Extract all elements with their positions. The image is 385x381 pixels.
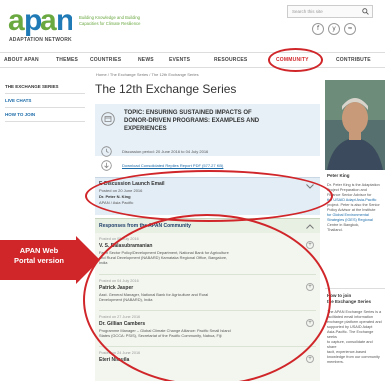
discussion-period-row: Discussion period: 20 June 2016 to 04 Ju… [95, 146, 320, 158]
sidebar: THE EXCHANGE SERIES LIVE CHATS HOW TO JO… [5, 80, 85, 122]
topic-title-line-3: EXPERIENCES [124, 126, 167, 132]
sidebar-item-live-chats[interactable]: LIVE CHATS [5, 94, 85, 108]
search-placeholder: Search this site [292, 9, 323, 14]
tagline: Building Knowledge and Building Capaciti… [79, 15, 179, 27]
breadcrumb[interactable]: Home / The Exchange Series / The 12th Ex… [96, 72, 199, 77]
profile-name: Peter King [327, 173, 350, 178]
expand-plus-icon[interactable]: + [306, 355, 314, 363]
logo-network-text: ADAPTATION NETWORK [9, 37, 72, 43]
nav-resources[interactable]: RESOURCES [214, 57, 247, 63]
tagline-line-2: Capacities for Climate Resilience [79, 21, 141, 26]
callout-text: APAN Web Portal version [4, 246, 74, 266]
howto-title-line: the Exchange Series [327, 299, 372, 304]
person-photo-icon [325, 80, 385, 170]
nav-news[interactable]: NEWS [138, 57, 154, 63]
apan-logo[interactable]: a p a n ADAPTATION NETWORK [8, 2, 72, 48]
download-report-link[interactable]: Download Consolidated Replies Report PDF… [122, 163, 223, 168]
callout-line-1: APAN Web [19, 246, 59, 255]
calendar-icon [101, 112, 115, 126]
howto-text: The APAN Exchange Series is a facilitate… [327, 310, 383, 365]
callout-line-2: Portal version [13, 256, 65, 265]
profile-photo [325, 80, 385, 170]
community-highlight-oval [268, 48, 323, 72]
rss-icon[interactable]: ≈ [344, 23, 356, 35]
nav-events[interactable]: EVENTS [169, 57, 190, 63]
topic-title: TOPIC: ENSURING SUSTAINED IMPACTS OF DON… [124, 109, 314, 133]
facebook-icon[interactable]: f [312, 23, 324, 35]
howto-line: to capture, consolidate and share [327, 340, 373, 349]
howto-line: Asia-Pacific. The Exchange seeks [327, 330, 374, 339]
bio-line: Thailand. [327, 228, 343, 232]
chevron-up-icon[interactable] [306, 224, 314, 229]
topic-title-line-2: DONOR-DRIVEN PROGRAMS: EXAMPLES AND [124, 118, 260, 124]
apan-portal-callout: APAN Web Portal version [0, 236, 100, 284]
site-header: a p a n ADAPTATION NETWORK Building Know… [0, 0, 385, 50]
nav-countries[interactable]: COUNTRIES [90, 57, 121, 63]
howto-line: members. [327, 360, 344, 364]
sidebar-item-exchange-series[interactable]: THE EXCHANGE SERIES [5, 80, 85, 94]
search-icon[interactable] [362, 8, 369, 15]
main-nav: ABOUT APAN THEMES COUNTRIES NEWS EVENTS … [0, 52, 385, 68]
page-title: The 12th Exchange Series [95, 82, 237, 96]
expand-plus-icon[interactable]: + [306, 241, 314, 249]
sidebar-item-how-to-join[interactable]: HOW TO JOIN [5, 108, 85, 122]
nav-contribute[interactable]: CONTRIBUTE [336, 57, 371, 63]
apan-logo-icon: a p a n [8, 4, 72, 36]
howto-title: How to join the Exchange Series [327, 293, 383, 305]
right-divider [325, 288, 385, 289]
nav-themes[interactable]: THEMES [56, 57, 78, 63]
search-input[interactable]: Search this site [287, 5, 373, 18]
nav-about[interactable]: ABOUT APAN [4, 57, 39, 63]
svg-text:a: a [40, 4, 57, 36]
twitter-icon[interactable]: y [328, 23, 340, 35]
download-icon[interactable] [101, 160, 112, 171]
topic-title-line-1: TOPIC: ENSURING SUSTAINED IMPACTS OF [124, 110, 252, 116]
svg-text:n: n [56, 4, 72, 36]
responses-highlight-oval [83, 214, 331, 381]
discussion-period: Discussion period: 20 June 2016 to 04 Ju… [122, 149, 209, 154]
svg-text:a: a [8, 4, 25, 36]
social-links: f y ≈ [312, 23, 374, 35]
profile-bio: Dr. Peter King is the Adaptation Project… [327, 183, 383, 233]
clock-icon [101, 146, 112, 157]
